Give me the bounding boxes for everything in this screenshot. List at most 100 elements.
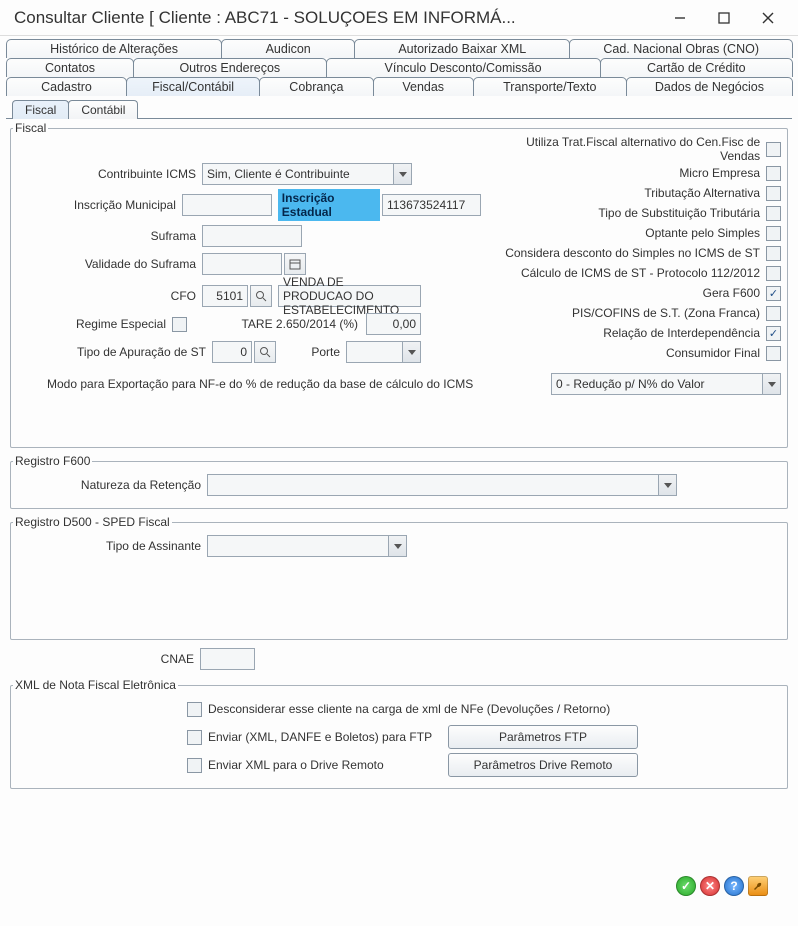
tab-audicon[interactable]: Audicon <box>221 39 355 58</box>
input-cfo-desc: VENDA DE PRODUCAO DO ESTABELECIMENTO <box>278 285 421 307</box>
label-trat-fiscal-alt: Utiliza Trat.Fiscal alternativo do Cen.F… <box>487 135 766 163</box>
checkbox-tipo-subst[interactable] <box>766 206 781 221</box>
calendar-icon <box>289 258 301 270</box>
dropdown-modo-exportacao[interactable]: 0 - Redução p/ N% do Valor <box>551 373 781 395</box>
dropdown-natureza-retencao[interactable] <box>207 474 677 496</box>
ok-button[interactable]: ✓ <box>676 876 696 896</box>
legend-d500: Registro D500 - SPED Fiscal <box>13 515 172 529</box>
checkbox-consumidor-final[interactable] <box>766 346 781 361</box>
label-tipo-assinante: Tipo de Assinante <box>17 539 207 553</box>
label-relacao-interdep: Relação de Interdependência <box>603 326 766 340</box>
lookup-cfo-button[interactable] <box>250 285 272 307</box>
wrench-icon <box>752 880 764 892</box>
input-inscricao-municipal[interactable] <box>182 194 272 216</box>
subtab-contabil[interactable]: Contábil <box>68 100 138 119</box>
chevron-down-icon <box>388 536 406 556</box>
footer-actions: ✓ ✕ ? <box>676 876 768 896</box>
label-porte: Porte <box>276 345 346 359</box>
label-calc-icms-st: Cálculo de ICMS de ST - Protocolo 112/20… <box>521 266 766 280</box>
label-cfo: CFO <box>17 289 202 303</box>
legend-xml-nfe: XML de Nota Fiscal Eletrônica <box>13 678 178 692</box>
lookup-tipo-apuracao-button[interactable] <box>254 341 276 363</box>
dropdown-tipo-assinante[interactable] <box>207 535 407 557</box>
group-fiscal: Fiscal Contribuinte ICMS Sim, Cliente é … <box>10 121 788 448</box>
close-button[interactable] <box>746 2 790 34</box>
tab-cadastro[interactable]: Cadastro <box>6 77 127 96</box>
checkbox-desc-simples-icms-st[interactable] <box>766 246 781 261</box>
help-button[interactable]: ? <box>724 876 744 896</box>
tab-dados-negocios[interactable]: Dados de Negócios <box>626 77 793 96</box>
input-validade-suframa[interactable] <box>202 253 282 275</box>
group-xml-nfe: XML de Nota Fiscal Eletrônica Desconside… <box>10 678 788 789</box>
label-cnae: CNAE <box>10 652 200 666</box>
label-regime-especial: Regime Especial <box>17 317 172 331</box>
tab-cartao-credito[interactable]: Cartão de Crédito <box>600 58 793 77</box>
checkbox-gera-f600[interactable] <box>766 286 781 301</box>
checkbox-trat-fiscal-alt[interactable] <box>766 142 781 157</box>
dropdown-contribuinte-icms[interactable]: Sim, Cliente é Contribuinte <box>202 163 412 185</box>
checkbox-regime-especial[interactable] <box>172 317 187 332</box>
checkbox-optante-simples[interactable] <box>766 226 781 241</box>
input-tipo-apuracao-st[interactable]: 0 <box>212 341 252 363</box>
tab-autorizado-baixar-xml[interactable]: Autorizado Baixar XML <box>354 39 570 58</box>
cancel-button[interactable]: ✕ <box>700 876 720 896</box>
label-enviar-ftp: Enviar (XML, DANFE e Boletos) para FTP <box>208 730 448 744</box>
subtab-fiscal[interactable]: Fiscal <box>12 100 69 119</box>
checkbox-relacao-interdep[interactable] <box>766 326 781 341</box>
input-suframa[interactable] <box>202 225 302 247</box>
group-registro-f600: Registro F600 Natureza da Retenção <box>10 454 788 509</box>
label-micro-empresa: Micro Empresa <box>679 166 766 180</box>
titlebar: Consultar Cliente [ Cliente : ABC71 - SO… <box>0 0 798 36</box>
tab-outros-enderecos[interactable]: Outros Endereços <box>133 58 326 77</box>
value-modo-exportacao: 0 - Redução p/ N% do Valor <box>556 377 705 391</box>
calendar-button[interactable] <box>284 253 306 275</box>
chevron-down-icon <box>658 475 676 495</box>
sub-tabstrip: Fiscal Contábil <box>0 96 798 119</box>
checkbox-calc-icms-st[interactable] <box>766 266 781 281</box>
label-enviar-drive: Enviar XML para o Drive Remoto <box>208 758 448 772</box>
check-icon: ✓ <box>681 879 691 893</box>
label-tributacao-alt: Tributação Alternativa <box>644 186 766 200</box>
label-tipo-subst: Tipo de Substituição Tributária <box>598 206 766 220</box>
minimize-button[interactable] <box>658 2 702 34</box>
label-gera-f600: Gera F600 <box>703 286 766 300</box>
label-optante-simples: Optante pelo Simples <box>645 226 766 240</box>
checkbox-desconsiderar-nfe[interactable] <box>187 702 202 717</box>
checkbox-micro-empresa[interactable] <box>766 166 781 181</box>
tab-vendas[interactable]: Vendas <box>373 77 474 96</box>
input-cfo-code[interactable]: 5101 <box>202 285 248 307</box>
input-inscricao-estadual[interactable]: 113673524117 <box>382 194 481 216</box>
checkbox-pis-cofins-st[interactable] <box>766 306 781 321</box>
input-cnae[interactable] <box>200 648 255 670</box>
label-modo-exportacao: Modo para Exportação para NF-e do % de r… <box>47 377 551 391</box>
window-title: Consultar Cliente [ Cliente : ABC71 - SO… <box>14 8 658 28</box>
value-contribuinte-icms: Sim, Cliente é Contribuinte <box>207 167 350 181</box>
button-parametros-ftp[interactable]: Parâmetros FTP <box>448 725 638 749</box>
tab-cobranca[interactable]: Cobrança <box>259 77 373 96</box>
checkbox-tributacao-alt[interactable] <box>766 186 781 201</box>
label-natureza-retencao: Natureza da Retenção <box>17 478 207 492</box>
label-tipo-apuracao-st: Tipo de Apuração de ST <box>17 345 212 359</box>
checkbox-enviar-ftp[interactable] <box>187 730 202 745</box>
chevron-down-icon <box>762 374 780 394</box>
checkbox-enviar-drive[interactable] <box>187 758 202 773</box>
label-validade-suframa: Validade do Suframa <box>17 257 202 271</box>
tools-button[interactable] <box>748 876 768 896</box>
tab-historico-alteracoes[interactable]: Histórico de Alterações <box>6 39 222 58</box>
input-tare[interactable]: 0,00 <box>366 313 421 335</box>
tab-cad-nacional-obras[interactable]: Cad. Nacional Obras (CNO) <box>569 39 793 58</box>
label-tare: TARE 2.650/2014 (%) <box>241 317 366 331</box>
tab-transporte-texto[interactable]: Transporte/Texto <box>473 77 627 96</box>
maximize-button[interactable] <box>702 2 746 34</box>
label-contribuinte-icms: Contribuinte ICMS <box>17 167 202 181</box>
tab-fiscal-contabil[interactable]: Fiscal/Contábil <box>126 77 260 96</box>
dropdown-porte[interactable] <box>346 341 421 363</box>
tab-contatos[interactable]: Contatos <box>6 58 134 77</box>
legend-f600: Registro F600 <box>13 454 92 468</box>
label-desconsiderar-nfe: Desconsiderar esse cliente na carga de x… <box>208 702 610 716</box>
button-parametros-drive[interactable]: Parâmetros Drive Remoto <box>448 753 638 777</box>
chevron-down-icon <box>393 164 411 184</box>
main-tabstrip: Histórico de Alterações Audicon Autoriza… <box>0 36 798 96</box>
tab-vinculo-desconto-comissao[interactable]: Vínculo Desconto/Comissão <box>326 58 601 77</box>
question-icon: ? <box>730 879 737 893</box>
